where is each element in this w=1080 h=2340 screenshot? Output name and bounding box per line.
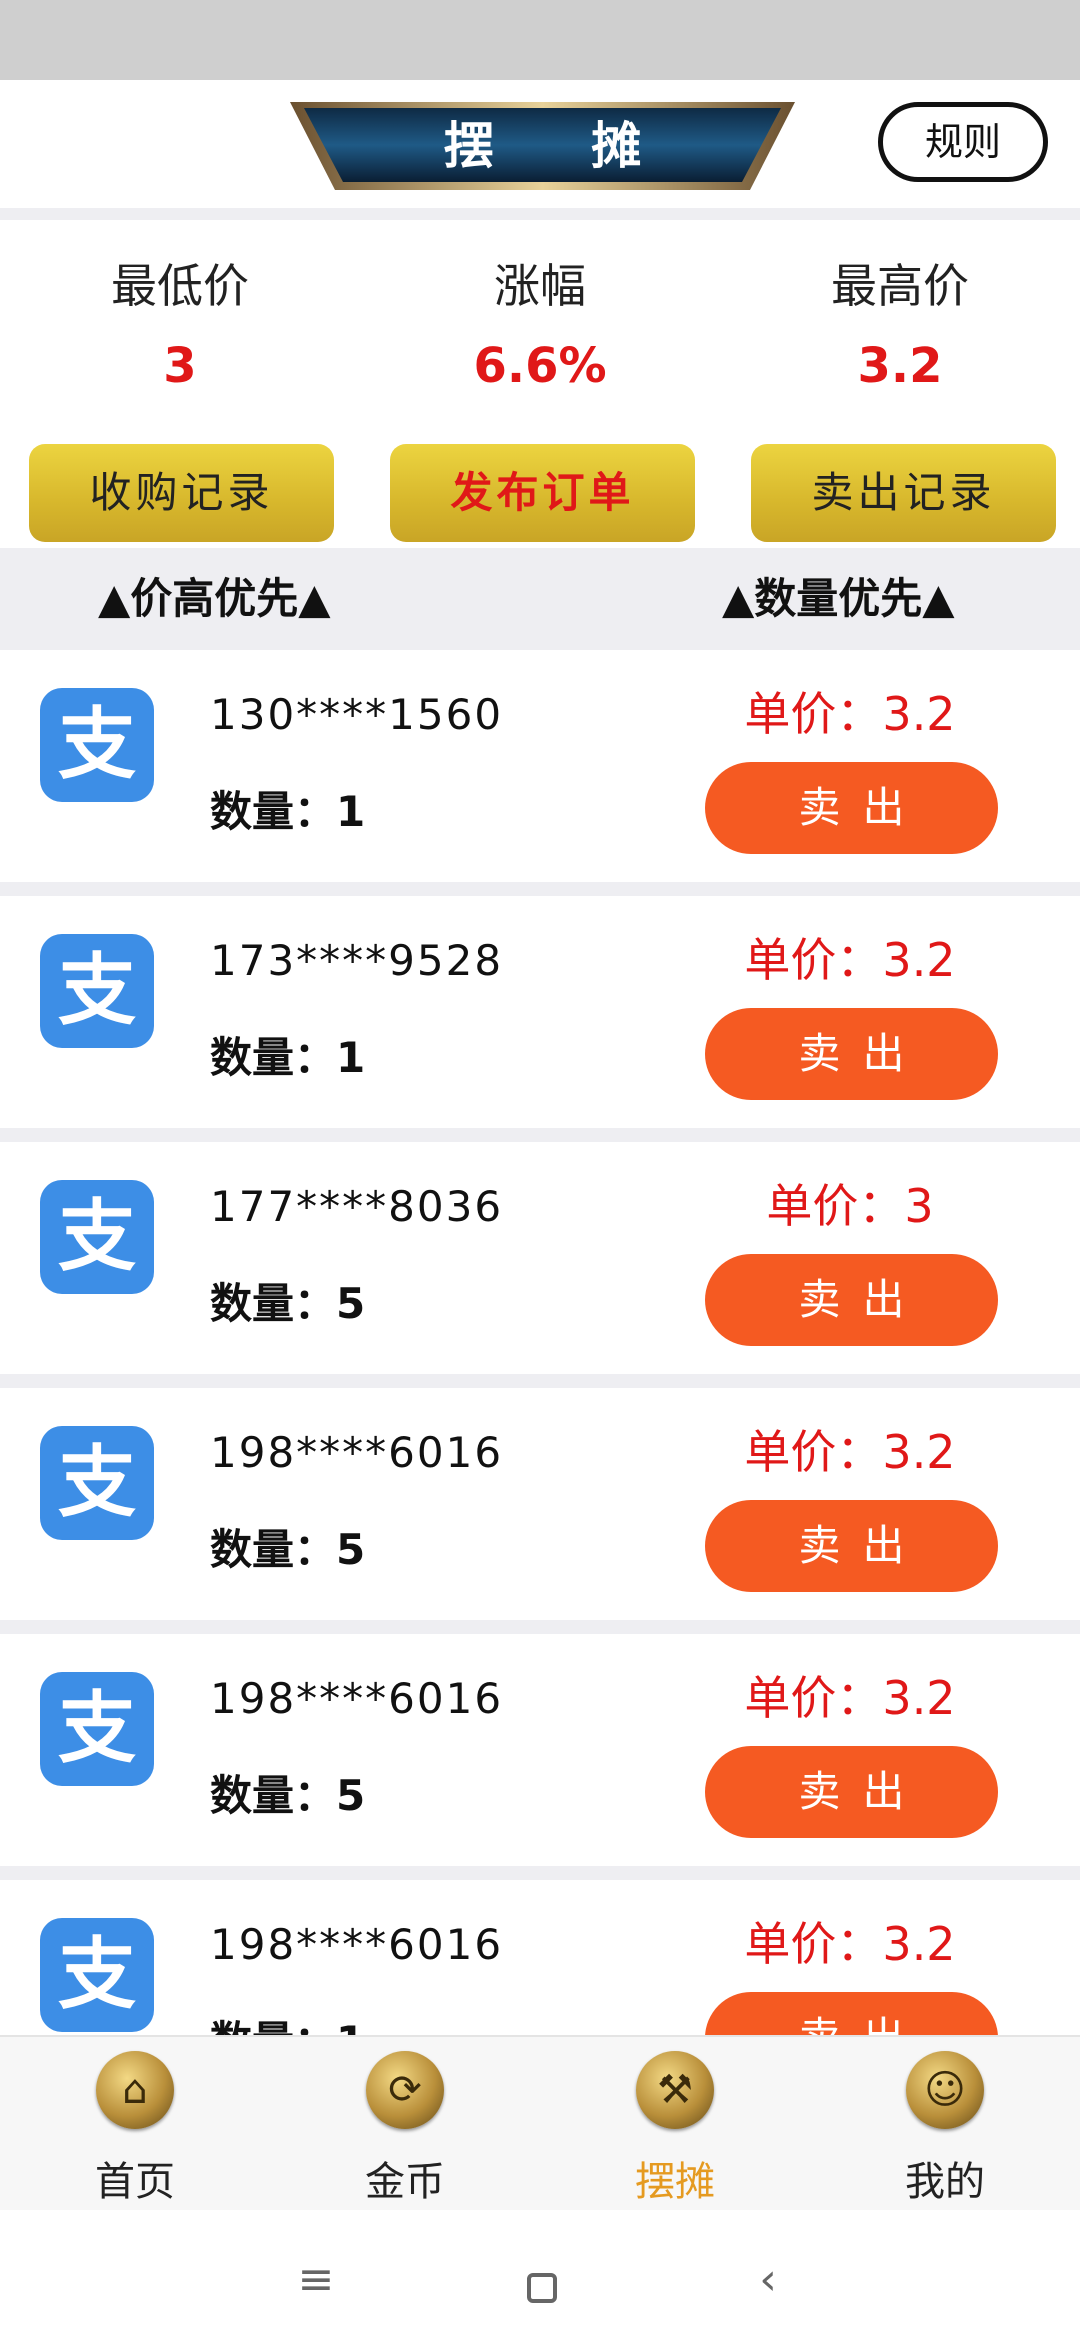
list-item: 支 198****6016 数量：5 单价：3.2 卖出 (0, 1634, 1080, 1866)
quantity: 数量：1 (210, 2008, 365, 2035)
unit-price: 单价：3.2 (744, 933, 956, 987)
alipay-icon: 支 (40, 1426, 154, 1540)
tab-coins[interactable]: ⟳ 金币 (270, 2037, 540, 2212)
alipay-icon: 支 (40, 1180, 154, 1294)
tab-label: 金币 (365, 2159, 445, 2205)
auction-hammer-icon: ⚒ (636, 2051, 714, 2129)
sell-button[interactable]: 卖出 (705, 1008, 998, 1100)
phone-number: 198****6016 (210, 1920, 504, 1969)
rules-button[interactable]: 规则 (878, 102, 1048, 182)
purchase-records-button[interactable]: 收购记录 (29, 444, 334, 542)
phone-number: 173****9528 (210, 936, 504, 985)
phone-number: 198****6016 (210, 1428, 504, 1477)
phone-number: 130****1560 (210, 690, 504, 739)
sell-button[interactable]: 卖出 (705, 1254, 998, 1346)
divider (0, 1374, 1080, 1388)
stat-value: 3.2 (857, 338, 943, 394)
price-stats: 最低价 3 涨幅 6.6% 最高价 3.2 (0, 220, 1080, 430)
list-item: 支 198****6016 数量：1 单价：3.2 卖出 (0, 1880, 1080, 2035)
publish-order-button[interactable]: 发布订单 (390, 444, 695, 542)
stat-value: 3 (163, 338, 197, 394)
sort-quantity-first[interactable]: ▲数量优先▲ (722, 548, 955, 650)
sort-price-first[interactable]: ▲价高优先▲ (98, 548, 331, 650)
stat-increase: 涨幅 6.6% (360, 250, 720, 394)
unit-price: 单价：3.2 (744, 687, 956, 741)
unit-price: 单价：3.2 (744, 1917, 956, 1971)
system-nav-bar: ≡ ‹ (0, 2210, 1080, 2340)
stat-label: 涨幅 (494, 259, 586, 313)
back-icon[interactable]: ‹ (738, 2250, 798, 2310)
unit-price: 单价：3.2 (744, 1425, 956, 1479)
tab-mine[interactable]: ☺ 我的 (810, 2037, 1080, 2212)
tab-label: 我的 (905, 2159, 985, 2205)
list-item: 支 173****9528 数量：1 单价：3.2 卖出 (0, 896, 1080, 1128)
header: 摆 摊 规则 (0, 80, 1080, 208)
tab-home[interactable]: ⌂ 首页 (0, 2037, 270, 2212)
stat-min-price: 最低价 3 (0, 250, 360, 394)
quantity: 数量：1 (210, 787, 366, 836)
order-list: 支 130****1560 数量：1 单价：3.2 卖出 支 173****95… (0, 650, 1080, 2035)
title-plaque: 摆 摊 (290, 98, 795, 194)
user-icon: ☺ (906, 2051, 984, 2129)
quantity: 数量：5 (210, 1525, 366, 1574)
sell-button[interactable]: 卖出 (705, 1746, 998, 1838)
alipay-icon: 支 (40, 1918, 154, 2032)
list-item: 支 130****1560 数量：1 单价：3.2 卖出 (0, 650, 1080, 882)
divider (0, 882, 1080, 896)
phone-number: 177****8036 (210, 1182, 504, 1231)
phone-number: 198****6016 (210, 1674, 504, 1723)
tab-stall[interactable]: ⚒ 摆摊 (540, 2037, 810, 2212)
menu-icon[interactable]: ≡ (286, 2250, 346, 2310)
sell-button[interactable]: 卖出 (705, 762, 998, 854)
status-bar (0, 0, 1080, 80)
home-icon: ⌂ (96, 2051, 174, 2129)
bottom-tab-bar: ⌂ 首页 ⟳ 金币 ⚒ 摆摊 ☺ 我的 (0, 2035, 1080, 2210)
tab-label: 摆摊 (635, 2159, 715, 2205)
sort-bar: ▲价高优先▲ ▲数量优先▲ (0, 548, 1080, 650)
alipay-icon: 支 (40, 1672, 154, 1786)
divider (0, 1620, 1080, 1634)
sell-records-button[interactable]: 卖出记录 (751, 444, 1056, 542)
action-buttons: 收购记录 发布订单 卖出记录 (0, 444, 1080, 544)
home-square-icon[interactable] (527, 2273, 557, 2303)
divider (0, 208, 1080, 220)
stat-label: 最高价 (831, 259, 969, 313)
sell-button[interactable]: 卖出 (705, 1500, 998, 1592)
stat-max-price: 最高价 3.2 (720, 250, 1080, 394)
unit-price: 单价：3 (766, 1179, 934, 1233)
unit-price: 单价：3.2 (744, 1671, 956, 1725)
sell-button[interactable]: 卖出 (705, 1992, 998, 2035)
stat-label: 最低价 (111, 259, 249, 313)
divider (0, 1128, 1080, 1142)
page-title: 摆 摊 (443, 117, 682, 175)
list-item: 支 198****6016 数量：5 单价：3.2 卖出 (0, 1388, 1080, 1620)
alipay-icon: 支 (40, 934, 154, 1048)
quantity: 数量：5 (210, 1771, 366, 1820)
tab-label: 首页 (95, 2159, 175, 2205)
alipay-icon: 支 (40, 688, 154, 802)
quantity: 数量：5 (210, 1279, 366, 1328)
divider (0, 1866, 1080, 1880)
quantity: 数量：1 (210, 1033, 366, 1082)
list-item: 支 177****8036 数量：5 单价：3 卖出 (0, 1142, 1080, 1374)
exchange-icon: ⟳ (366, 2051, 444, 2129)
stat-value: 6.6% (473, 338, 607, 394)
